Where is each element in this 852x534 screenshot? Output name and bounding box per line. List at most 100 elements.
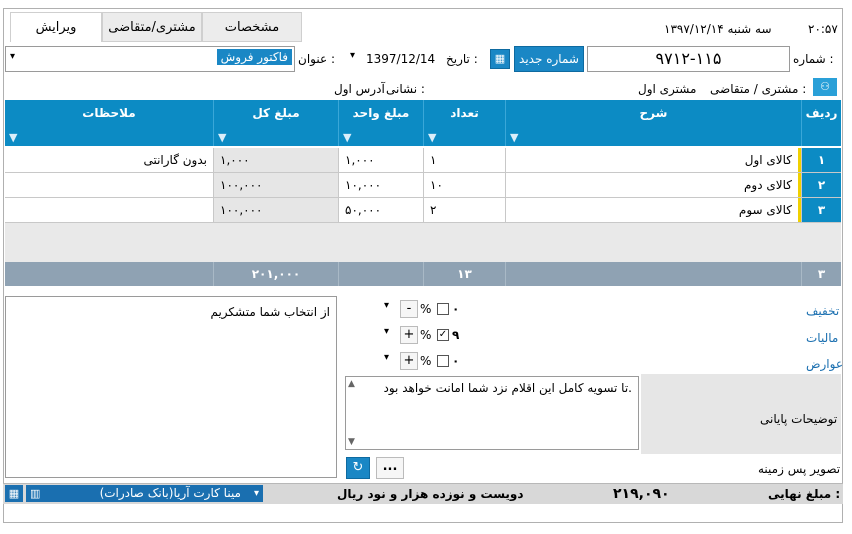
customer-value: مشتری اول <box>638 82 697 96</box>
col-unit-price[interactable]: مبلغ واحد ▼ <box>338 100 423 146</box>
number-label: شماره : <box>793 52 834 66</box>
row-description[interactable]: کالای سوم <box>505 198 801 222</box>
col-description[interactable]: شرح ▼ <box>505 100 801 146</box>
final-total-words: دویست و نوزده هزار و نود ریال <box>337 487 524 501</box>
final-description-label: توضیحات پایانی <box>760 412 838 426</box>
grid-header: ردیف شرح ▼ تعداد ▼ مبلغ واحد ▼ مبلغ کل ▼ ملا… <box>5 100 841 146</box>
bank-dropdown-icon[interactable]: ▾ <box>254 485 259 502</box>
tax-plus-button[interactable]: + <box>400 326 418 344</box>
row-total: ۱۰۰,۰۰۰ <box>213 198 338 222</box>
row-total: ۱,۰۰۰ <box>213 148 338 172</box>
row-total: ۱۰۰,۰۰۰ <box>213 173 338 197</box>
tax-checkbox[interactable]: ✓ <box>437 329 449 341</box>
browse-button[interactable]: ... <box>376 457 404 479</box>
notes-textarea[interactable]: از انتخاب شما متشکریم <box>5 296 337 478</box>
row-index: ۱ <box>801 148 841 172</box>
tab-edit[interactable]: ویرایش <box>10 12 102 42</box>
title-label: عنوان : <box>298 52 335 66</box>
barcode-icon: ▥ <box>30 487 41 500</box>
row-description[interactable]: کالای اول <box>505 148 801 172</box>
address-value: آدرس اول <box>334 82 385 96</box>
customer-icon[interactable]: ⚇ <box>813 78 837 96</box>
bank-value: مینا کارت آریا(بانک صادرات) <box>99 486 241 500</box>
customer-label: مشتری / متقاضی : <box>710 82 807 96</box>
row-index: ۲ <box>801 173 841 197</box>
bank-select[interactable]: ▥ مینا کارت آریا(بانک صادرات) ▾ <box>26 485 263 502</box>
tab-customer-label: مشتری/متقاضی <box>108 20 196 35</box>
fees-dropdown-icon[interactable]: ▾ <box>384 352 389 363</box>
grid-empty-area <box>5 223 841 262</box>
title-value: فاکتور فروش <box>216 49 292 65</box>
discount-value[interactable]: ۰ <box>452 302 459 316</box>
tab-specs[interactable]: مشخصات <box>202 12 302 42</box>
row-unit-price[interactable]: ۵۰,۰۰۰ <box>338 198 423 222</box>
table-row[interactable]: ۳ کالای سوم ۲ ۵۰,۰۰۰ ۱۰۰,۰۰۰ <box>5 198 841 223</box>
filter-icon[interactable]: ▼ <box>428 131 436 144</box>
date-field-label: تاریخ : <box>446 52 478 66</box>
time-label: ۲۰:۵۷ <box>808 22 838 36</box>
number-field[interactable]: ۹۷۱۲-۱۱۵ <box>587 46 790 72</box>
filter-icon[interactable]: ▼ <box>218 131 226 144</box>
footer-count: ۳ <box>801 262 841 286</box>
row-unit-price[interactable]: ۱۰,۰۰۰ <box>338 173 423 197</box>
grid-footer: ۳ ۱۳ ۲۰۱,۰۰۰ <box>5 262 841 286</box>
discount-percent: % <box>420 302 432 316</box>
address-label: نشانی : <box>386 82 425 96</box>
tab-specs-label: مشخصات <box>224 20 280 35</box>
fees-checkbox[interactable] <box>437 355 449 367</box>
tab-edit-label: ویرایش <box>35 20 77 35</box>
row-notes[interactable]: بدون گارانتی <box>5 148 213 172</box>
discount-minus-button[interactable]: - <box>400 300 418 318</box>
scroll-down-icon[interactable]: ▼ <box>348 437 355 447</box>
fees-label[interactable]: عوارض <box>806 357 843 371</box>
fees-plus-button[interactable]: + <box>400 352 418 370</box>
col-index[interactable]: ردیف <box>801 100 841 146</box>
row-quantity[interactable]: ۱۰ <box>423 173 505 197</box>
final-description-textarea[interactable]: تا تسویه کامل این اقلام نزد شما امانت خو… <box>345 376 639 450</box>
row-notes[interactable] <box>5 198 213 222</box>
filter-icon[interactable]: ▼ <box>510 131 518 144</box>
new-number-button[interactable]: شماره جدید <box>514 46 584 72</box>
fees-percent: % <box>420 354 432 368</box>
footer-qty-sum: ۱۳ <box>423 262 505 286</box>
tax-percent: % <box>420 328 432 342</box>
tax-dropdown-icon[interactable]: ▾ <box>384 326 389 337</box>
calendar-icon[interactable]: ▦ <box>490 49 510 69</box>
row-unit-price[interactable]: ۱,۰۰۰ <box>338 148 423 172</box>
title-dropdown-icon[interactable]: ▾ <box>10 51 15 62</box>
row-index: ۳ <box>801 198 841 222</box>
footer-desc-cell <box>505 262 801 286</box>
row-description[interactable]: کالای دوم <box>505 173 801 197</box>
title-select[interactable]: ▾ فاکتور فروش <box>5 46 295 72</box>
date-field[interactable]: 1397/12/14 <box>366 52 435 66</box>
final-total-label: مبلغ نهایی : <box>768 487 841 501</box>
fees-value[interactable]: ۰ <box>452 354 459 368</box>
row-notes[interactable] <box>5 173 213 197</box>
final-description-text: تا تسویه کامل این اقلام نزد شما امانت خو… <box>383 381 632 395</box>
calculator-icon[interactable]: ▦ <box>5 485 23 502</box>
scroll-up-icon[interactable]: ▲ <box>348 379 355 389</box>
discount-dropdown-icon[interactable]: ▾ <box>384 300 389 311</box>
row-quantity[interactable]: ۱ <box>423 148 505 172</box>
col-quantity[interactable]: تعداد ▼ <box>423 100 505 146</box>
col-notes[interactable]: ملاحظات ▼ <box>5 100 213 146</box>
tab-customer[interactable]: مشتری/متقاضی <box>102 12 202 42</box>
footer-total-sum: ۲۰۱,۰۰۰ <box>213 262 338 286</box>
row-quantity[interactable]: ۲ <box>423 198 505 222</box>
date-dropdown-icon[interactable]: ▾ <box>350 50 355 61</box>
filter-icon[interactable]: ▼ <box>9 131 17 144</box>
filter-icon[interactable]: ▼ <box>343 131 351 144</box>
discount-label[interactable]: تخفیف <box>806 304 839 318</box>
refresh-icon[interactable]: ↻ <box>346 457 370 479</box>
col-total[interactable]: مبلغ کل ▼ <box>213 100 338 146</box>
tax-label[interactable]: مالیات <box>806 331 838 345</box>
background-label: تصویر پس زمینه <box>758 462 841 476</box>
discount-checkbox[interactable] <box>437 303 449 315</box>
table-row[interactable]: ۱ کالای اول ۱ ۱,۰۰۰ ۱,۰۰۰ بدون گارانتی <box>5 148 841 173</box>
tax-value[interactable]: ۹ <box>452 328 459 342</box>
status-bar: مبلغ نهایی : ۲۱۹,۰۹۰ دویست و نوزده هزار … <box>3 483 843 504</box>
notes-text: از انتخاب شما متشکریم <box>210 305 330 319</box>
final-total-value: ۲۱۹,۰۹۰ <box>613 486 670 502</box>
table-row[interactable]: ۲ کالای دوم ۱۰ ۱۰,۰۰۰ ۱۰۰,۰۰۰ <box>5 173 841 198</box>
date-label: سه شنبه ۱۳۹۷/۱۲/۱۴ <box>664 22 772 36</box>
